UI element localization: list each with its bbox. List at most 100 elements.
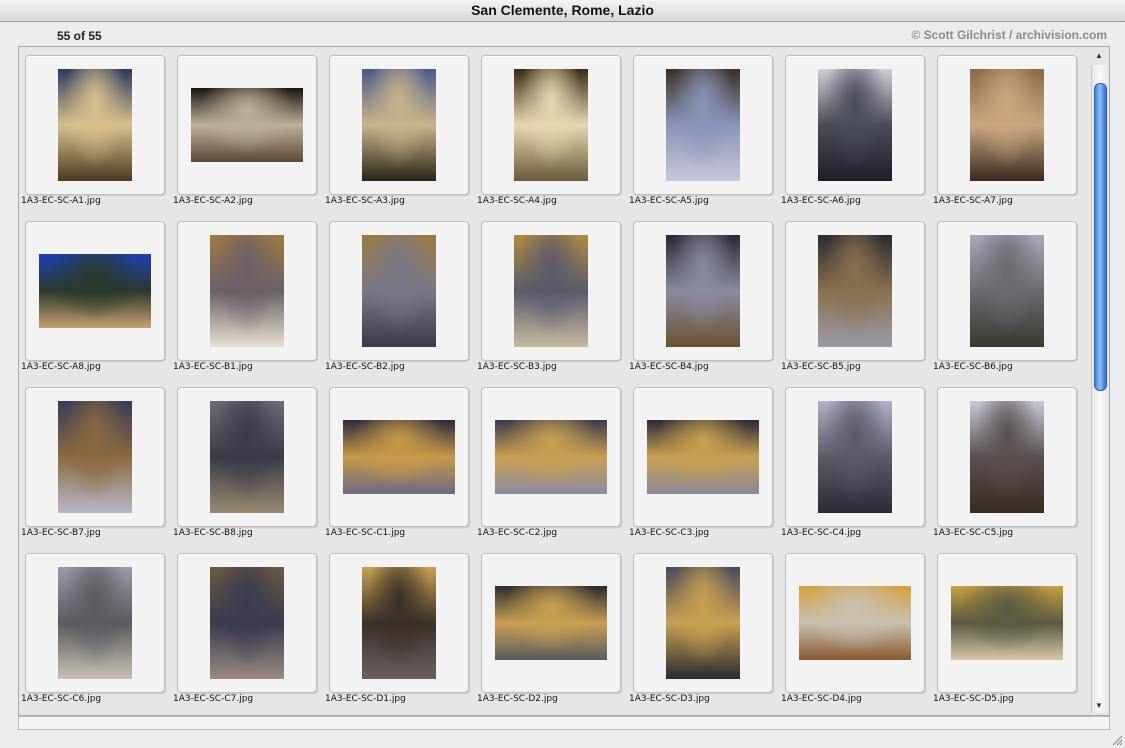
slide-filename: 1A3-EC-SC-A2.jpg <box>173 196 253 206</box>
vertical-scrollbar[interactable]: ▲ ▼ <box>1091 51 1108 713</box>
slide-thumbnail[interactable] <box>647 420 759 494</box>
slide-mount[interactable] <box>177 553 317 693</box>
slide-thumbnail[interactable] <box>362 235 436 347</box>
slide-thumbnail[interactable] <box>666 69 740 181</box>
slide-mount[interactable] <box>481 221 621 361</box>
image-count: 55 of 55 <box>57 29 102 43</box>
slide-cell[interactable]: 1A3-EC-SC-D4.jpg <box>779 545 931 711</box>
slide-mount[interactable] <box>633 387 773 527</box>
slide-thumbnail[interactable] <box>951 586 1063 660</box>
slide-cell[interactable]: 1A3-EC-SC-A2.jpg <box>171 47 323 213</box>
slide-cell[interactable]: 1A3-EC-SC-B2.jpg <box>323 213 475 379</box>
slide-thumbnail[interactable] <box>343 420 455 494</box>
slide-mount[interactable] <box>633 55 773 195</box>
slide-cell[interactable]: 1A3-EC-SC-C3.jpg <box>627 379 779 545</box>
slide-mount[interactable] <box>937 55 1077 195</box>
scroll-thumb[interactable] <box>1094 83 1107 391</box>
slide-cell[interactable]: 1A3-EC-SC-D5.jpg <box>931 545 1083 711</box>
slide-cell[interactable]: 1A3-EC-SC-B5.jpg <box>779 213 931 379</box>
slide-thumbnail[interactable] <box>818 69 892 181</box>
slide-cell[interactable]: 1A3-EC-SC-C6.jpg <box>19 545 171 711</box>
slide-filename: 1A3-EC-SC-B2.jpg <box>325 362 405 372</box>
slide-cell[interactable]: 1A3-EC-SC-D3.jpg <box>627 545 779 711</box>
slide-cell[interactable]: 1A3-EC-SC-A4.jpg <box>475 47 627 213</box>
slide-cell[interactable]: 1A3-EC-SC-C1.jpg <box>323 379 475 545</box>
slide-mount[interactable] <box>633 553 773 693</box>
slide-mount[interactable] <box>177 221 317 361</box>
slide-mount[interactable] <box>25 221 165 361</box>
slide-thumbnail[interactable] <box>495 420 607 494</box>
slide-mount[interactable] <box>481 387 621 527</box>
slide-thumbnail[interactable] <box>818 401 892 513</box>
slide-mount[interactable] <box>633 221 773 361</box>
slide-cell[interactable]: 1A3-EC-SC-B3.jpg <box>475 213 627 379</box>
window-title-bar[interactable]: San Clemente, Rome, Lazio <box>0 0 1125 22</box>
status-bar <box>18 716 1110 730</box>
slide-mount[interactable] <box>329 221 469 361</box>
slide-cell[interactable]: 1A3-EC-SC-A8.jpg <box>19 213 171 379</box>
slide-mount[interactable] <box>481 55 621 195</box>
slide-mount[interactable] <box>937 387 1077 527</box>
slide-mount[interactable] <box>25 55 165 195</box>
slide-cell[interactable]: 1A3-EC-SC-A5.jpg <box>627 47 779 213</box>
slide-cell[interactable]: 1A3-EC-SC-A6.jpg <box>779 47 931 213</box>
slide-thumbnail[interactable] <box>970 69 1044 181</box>
slide-mount[interactable] <box>785 221 925 361</box>
slide-cell[interactable]: 1A3-EC-SC-C2.jpg <box>475 379 627 545</box>
slide-mount[interactable] <box>785 55 925 195</box>
slide-filename: 1A3-EC-SC-C2.jpg <box>477 528 558 538</box>
slide-filename: 1A3-EC-SC-A4.jpg <box>477 196 557 206</box>
slide-thumbnail[interactable] <box>210 401 284 513</box>
slide-mount[interactable] <box>785 387 925 527</box>
slide-mount[interactable] <box>177 55 317 195</box>
thumbnail-browser: 1A3-EC-SC-A1.jpg 1A3-EC-SC-A2.jpg 1A3-EC-S… <box>18 46 1110 716</box>
slide-thumbnail[interactable] <box>58 567 132 679</box>
slide-thumbnail[interactable] <box>58 401 132 513</box>
slide-thumbnail[interactable] <box>970 235 1044 347</box>
slide-mount[interactable] <box>25 553 165 693</box>
slide-mount[interactable] <box>329 553 469 693</box>
slide-thumbnail[interactable] <box>799 586 911 660</box>
slide-mount[interactable] <box>937 221 1077 361</box>
scroll-down-arrow-icon[interactable]: ▼ <box>1095 701 1103 710</box>
slide-cell[interactable]: 1A3-EC-SC-A1.jpg <box>19 47 171 213</box>
slide-filename: 1A3-EC-SC-C4.jpg <box>781 528 862 538</box>
slide-cell[interactable]: 1A3-EC-SC-C4.jpg <box>779 379 931 545</box>
scroll-up-arrow-icon[interactable]: ▲ <box>1095 51 1103 60</box>
slide-cell[interactable]: 1A3-EC-SC-B8.jpg <box>171 379 323 545</box>
slide-cell[interactable]: 1A3-EC-SC-D2.jpg <box>475 545 627 711</box>
slide-thumbnail[interactable] <box>514 235 588 347</box>
slide-cell[interactable]: 1A3-EC-SC-C5.jpg <box>931 379 1083 545</box>
slide-thumbnail[interactable] <box>362 567 436 679</box>
slide-filename: 1A3-EC-SC-A5.jpg <box>629 196 709 206</box>
slide-cell[interactable]: 1A3-EC-SC-A7.jpg <box>931 47 1083 213</box>
slide-cell[interactable]: 1A3-EC-SC-C7.jpg <box>171 545 323 711</box>
slide-mount[interactable] <box>481 553 621 693</box>
slide-mount[interactable] <box>785 553 925 693</box>
slide-cell[interactable]: 1A3-EC-SC-D1.jpg <box>323 545 475 711</box>
slide-thumbnail[interactable] <box>58 69 132 181</box>
slide-thumbnail[interactable] <box>191 88 303 162</box>
slide-cell[interactable]: 1A3-EC-SC-B4.jpg <box>627 213 779 379</box>
slide-mount[interactable] <box>329 55 469 195</box>
slide-thumbnail[interactable] <box>666 567 740 679</box>
slide-cell[interactable]: 1A3-EC-SC-B7.jpg <box>19 379 171 545</box>
slide-thumbnail[interactable] <box>210 567 284 679</box>
slide-thumbnail[interactable] <box>970 401 1044 513</box>
slide-mount[interactable] <box>937 553 1077 693</box>
slide-filename: 1A3-EC-SC-D2.jpg <box>477 694 558 704</box>
resize-grip-icon[interactable] <box>1111 734 1123 746</box>
slide-thumbnail[interactable] <box>362 69 436 181</box>
slide-cell[interactable]: 1A3-EC-SC-A3.jpg <box>323 47 475 213</box>
slide-mount[interactable] <box>329 387 469 527</box>
slide-cell[interactable]: 1A3-EC-SC-B1.jpg <box>171 213 323 379</box>
slide-thumbnail[interactable] <box>666 235 740 347</box>
slide-thumbnail[interactable] <box>210 235 284 347</box>
slide-thumbnail[interactable] <box>39 254 151 328</box>
slide-cell[interactable]: 1A3-EC-SC-B6.jpg <box>931 213 1083 379</box>
slide-thumbnail[interactable] <box>514 69 588 181</box>
slide-mount[interactable] <box>25 387 165 527</box>
slide-mount[interactable] <box>177 387 317 527</box>
slide-thumbnail[interactable] <box>818 235 892 347</box>
slide-thumbnail[interactable] <box>495 586 607 660</box>
